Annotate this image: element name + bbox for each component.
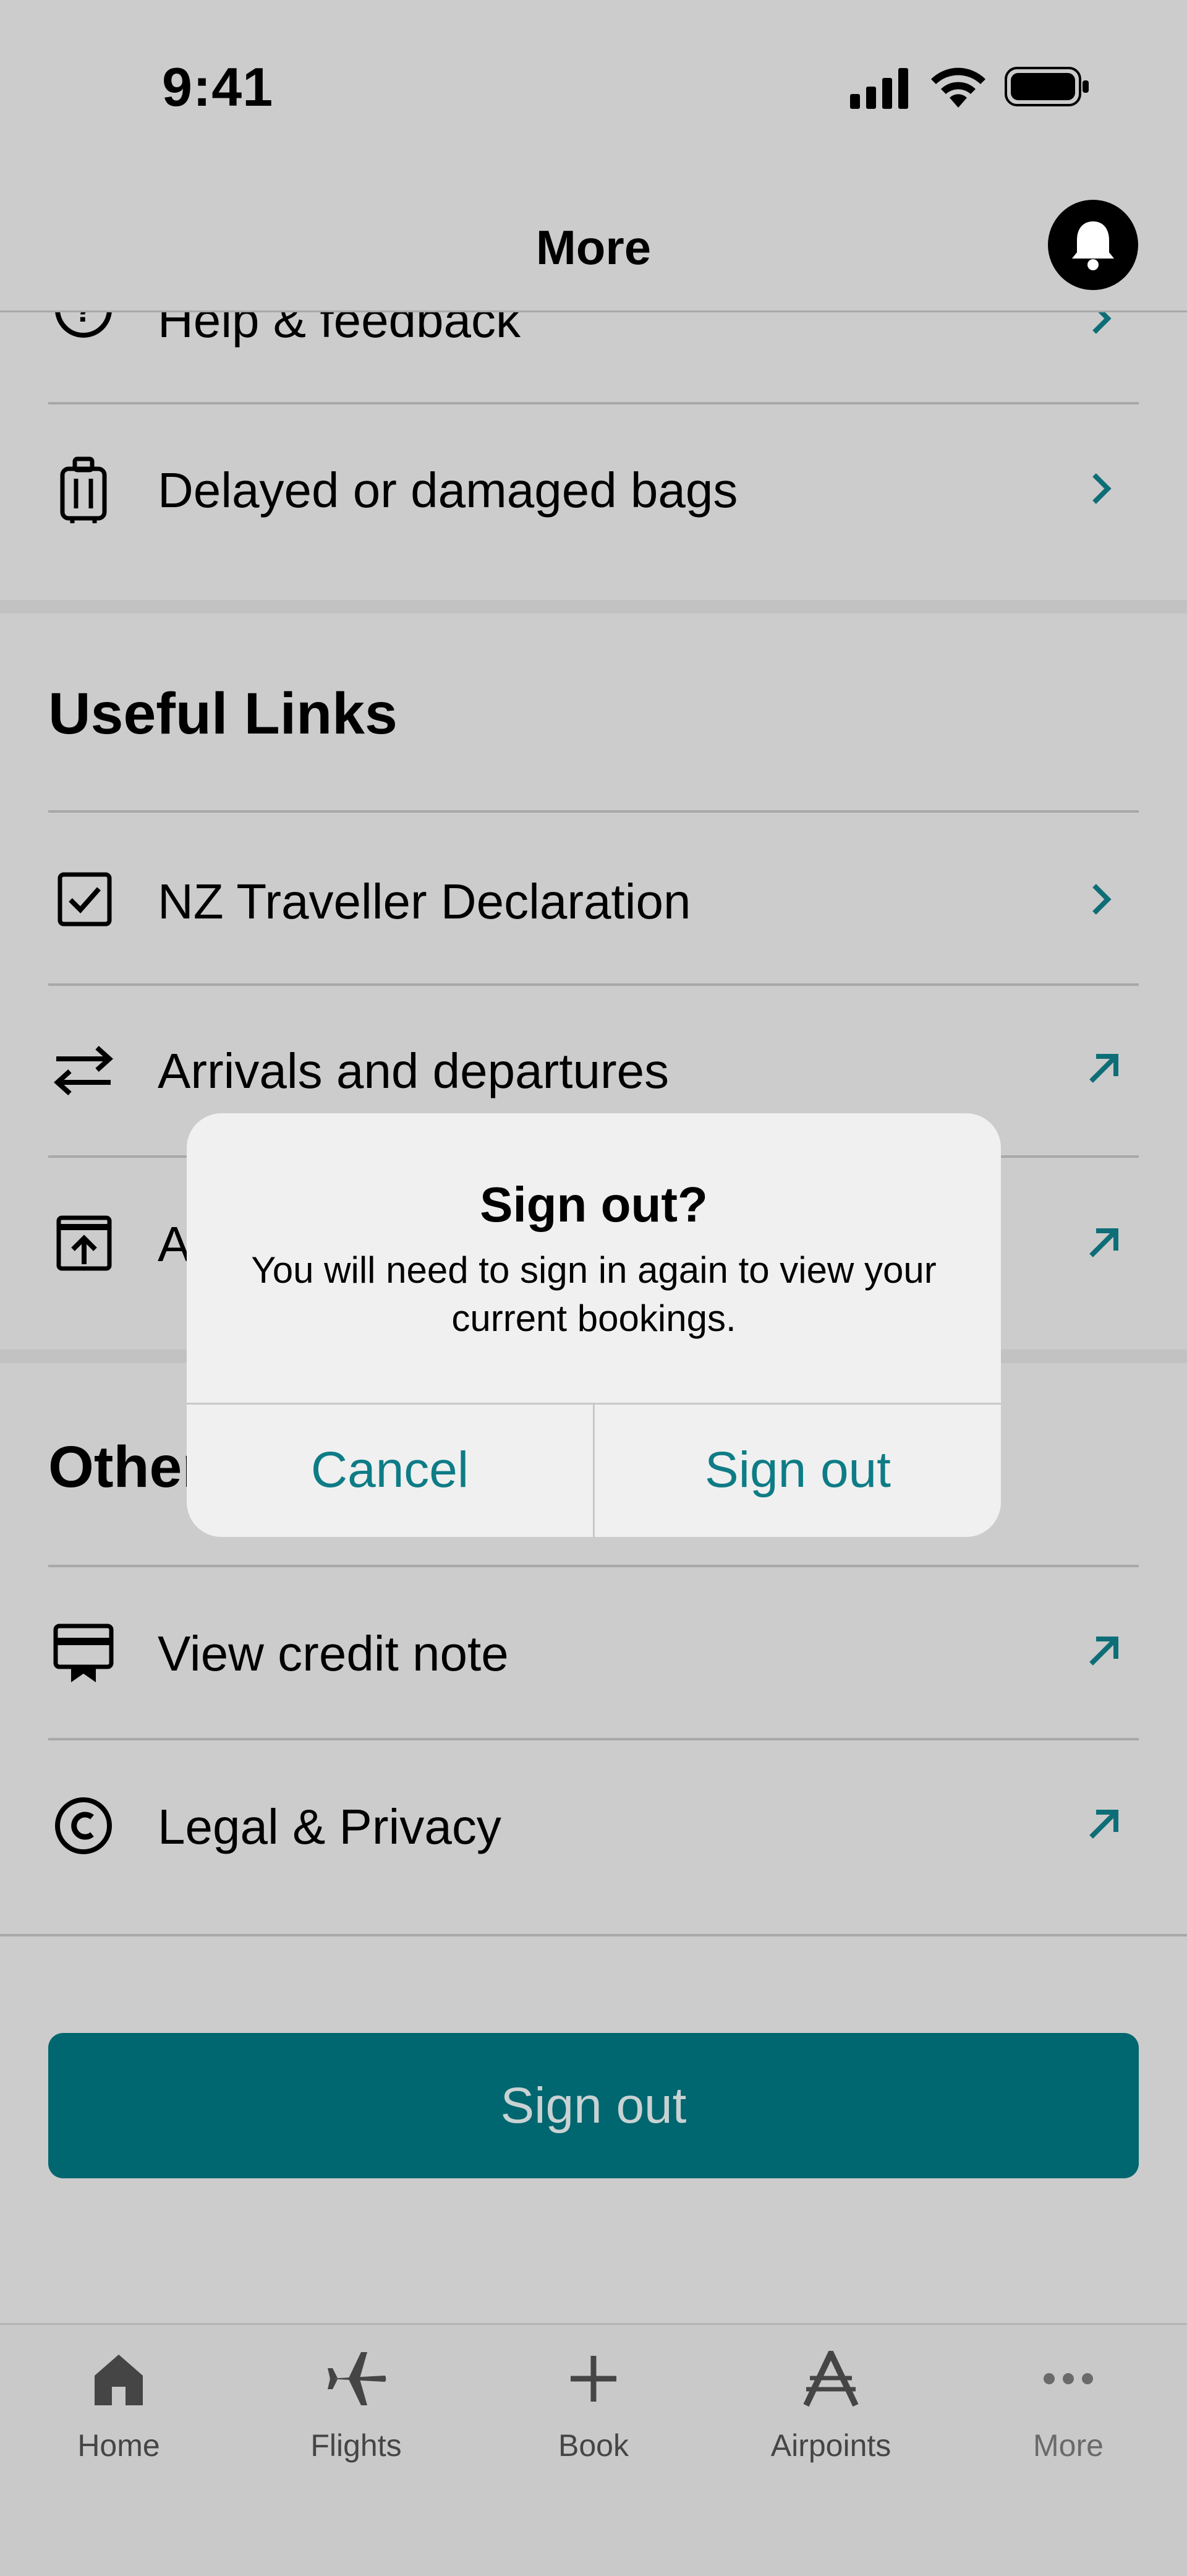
chevron-right-icon	[1092, 473, 1112, 504]
credit-note-icon	[53, 1624, 114, 1682]
tab-book[interactable]: Book	[475, 2351, 712, 2463]
useful-links-heading: Useful Links	[48, 681, 398, 747]
bell-icon	[1072, 221, 1114, 270]
signal-icon	[850, 68, 908, 109]
status-time: 9:41	[162, 56, 274, 118]
list-item-help[interactable]: ? Help & feedback	[0, 312, 1187, 402]
tab-flights[interactable]: Flights	[237, 2351, 475, 2463]
chevron-right-icon	[1092, 884, 1112, 915]
tab-label: Book	[558, 2428, 629, 2463]
tab-bar: Home Flights Book Airpoints More	[0, 2323, 1187, 2576]
list-item-label: Help & feedback	[158, 312, 521, 348]
notifications-button[interactable]	[1048, 200, 1138, 290]
luggage-icon	[60, 456, 107, 523]
home-icon	[95, 2355, 143, 2405]
other-heading: Other	[48, 1434, 205, 1500]
plane-icon	[328, 2352, 386, 2405]
tab-label: Airpoints	[770, 2428, 891, 2463]
external-link-icon	[1089, 1228, 1118, 1257]
section-separator	[0, 600, 1187, 614]
chevron-right-icon	[1092, 312, 1112, 334]
sign-out-dialog: Sign out? You will need to sign in again…	[187, 1113, 1001, 1537]
wifi-icon	[931, 67, 985, 108]
tab-label: More	[1033, 2428, 1104, 2463]
list-item-label: Legal & Privacy	[158, 1799, 501, 1854]
list-item-label: Arrivals and departures	[158, 1043, 670, 1098]
row-divider	[48, 402, 1139, 404]
list-item-view-credit-note[interactable]: View credit note	[0, 1567, 1187, 1738]
airpoints-icon	[803, 2351, 859, 2407]
list-item-label: View credit note	[158, 1626, 509, 1681]
more-dots-icon	[1044, 2373, 1093, 2384]
tab-label: Flights	[310, 2428, 402, 2463]
tab-airpoints[interactable]: Airpoints	[712, 2351, 950, 2463]
plus-icon	[571, 2356, 616, 2402]
external-link-icon	[1089, 1637, 1118, 1666]
dialog-title: Sign out?	[480, 1177, 708, 1232]
battery-icon	[1005, 67, 1089, 106]
page-title: More	[535, 220, 652, 275]
tab-label: Home	[77, 2428, 160, 2463]
list-item-legal-privacy[interactable]: Legal & Privacy	[0, 1740, 1187, 1911]
section-divider	[0, 1934, 1187, 1936]
dialog-confirm-sign-out-button[interactable]: Sign out	[595, 1403, 1001, 1537]
arrows-swap-icon	[54, 1046, 113, 1095]
svg-text:?: ?	[73, 312, 94, 329]
list-item-delayed-bags[interactable]: Delayed or damaged bags	[0, 405, 1187, 572]
list-item-label: NZ Traveller Declaration	[158, 874, 691, 929]
external-link-icon	[1089, 1054, 1118, 1083]
checkbox-icon	[57, 872, 112, 926]
external-link-icon	[1089, 1810, 1118, 1839]
copyright-icon	[55, 1797, 112, 1854]
help-circle-icon: ?	[55, 312, 112, 338]
sign-out-button[interactable]: Sign out	[48, 2033, 1139, 2178]
list-item-label: Delayed or damaged bags	[158, 463, 738, 518]
upload-box-icon	[56, 1215, 112, 1271]
tab-home[interactable]: Home	[0, 2351, 237, 2463]
list-item-label: A	[158, 1217, 191, 1272]
tab-more[interactable]: More	[950, 2351, 1187, 2463]
list-item-nz-traveller-declaration[interactable]: NZ Traveller Declaration	[0, 813, 1187, 983]
dialog-cancel-button[interactable]: Cancel	[187, 1403, 593, 1537]
dialog-message: You will need to sign in again to view y…	[251, 1249, 937, 1339]
status-bar: 9:41	[0, 0, 1187, 161]
